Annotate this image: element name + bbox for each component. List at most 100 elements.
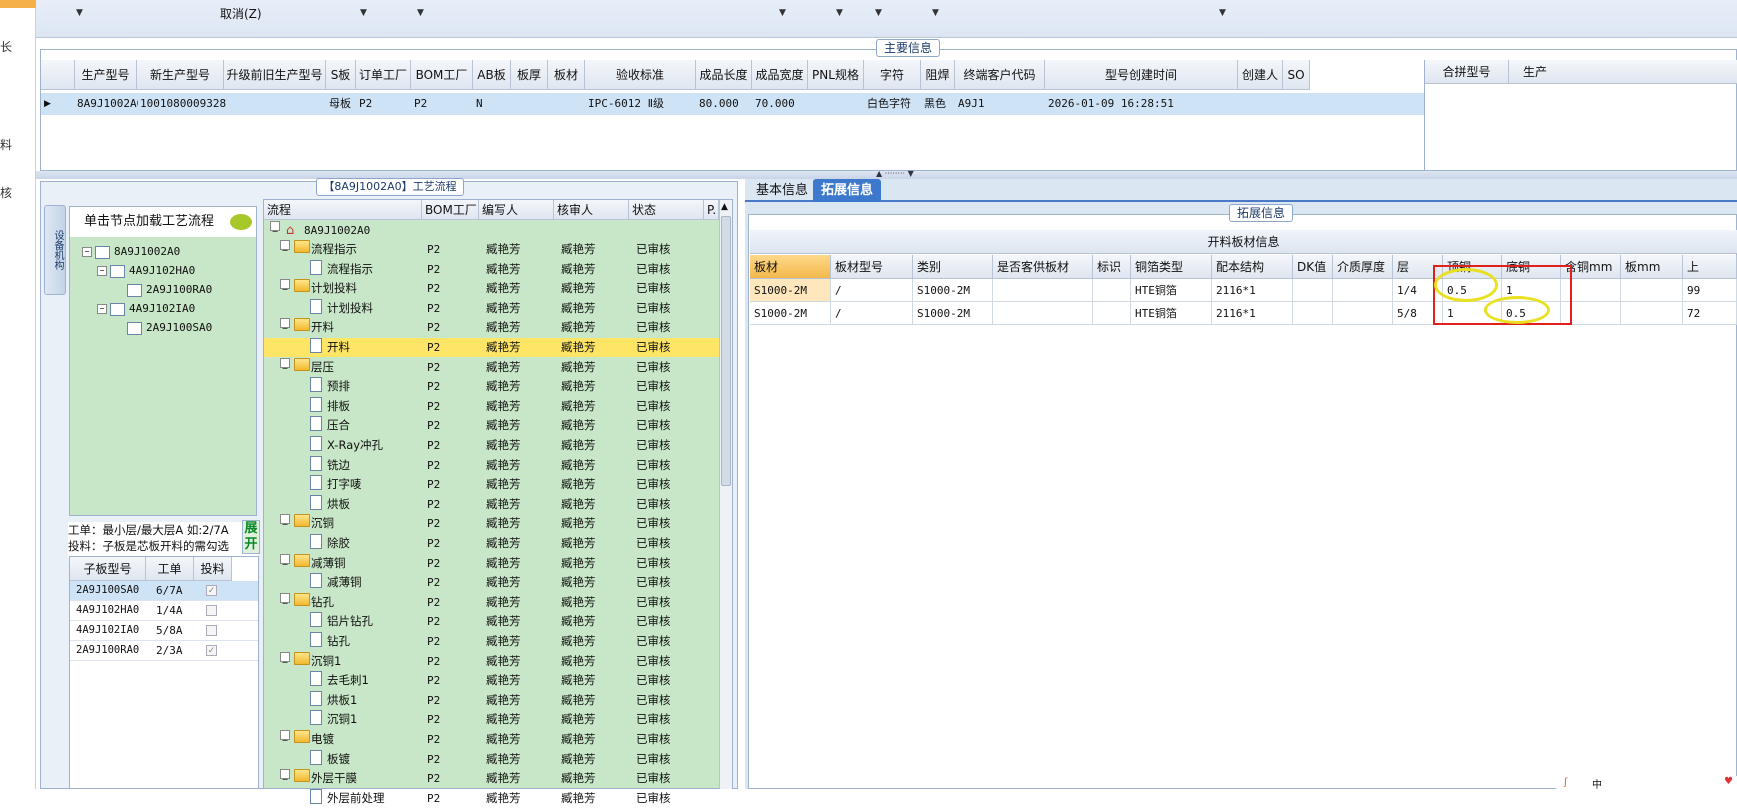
material-cell[interactable]: S1000-2M — [750, 279, 831, 302]
flow-step-name[interactable]: 钻孔 — [311, 593, 334, 612]
dropdown-caret-icon[interactable]: ▼ — [417, 8, 424, 18]
cell[interactable]: 8A9J1002A0 — [74, 93, 138, 115]
flow-step-name[interactable]: 去毛刺1 — [327, 671, 369, 690]
flow-row[interactable]: 板镀 P2 臧艳芳 臧艳芳 已审核 — [264, 749, 719, 769]
sub-board-order[interactable]: 1/4A — [156, 604, 183, 617]
tray-icon[interactable]: ♥ — [1724, 776, 1733, 787]
flow-step-name[interactable]: 除胶 — [327, 534, 350, 553]
col-header[interactable]: SO — [1283, 60, 1310, 90]
flow-step-name[interactable]: 计划投料 — [311, 279, 357, 298]
flow-step-name[interactable]: 沉铜1 — [327, 710, 357, 729]
col-header[interactable]: 订单工厂 — [356, 60, 411, 90]
material-cell[interactable] — [1093, 302, 1131, 325]
device-vertical-tab[interactable]: 设备机构 — [44, 205, 66, 295]
flow-step-name[interactable]: X-Ray冲孔 — [327, 436, 383, 455]
cell[interactable]: 80.000 — [696, 93, 752, 115]
col-header[interactable]: S板 — [326, 60, 356, 90]
flow-step-name[interactable]: 打字唛 — [327, 475, 362, 494]
sub-board-model[interactable]: 2A9J100RA0 — [76, 644, 139, 656]
flow-row[interactable]: 钻孔 P2 臧艳芳 臧艳芳 已审核 — [264, 632, 719, 651]
flow-row[interactable]: 沉铜1 P2 臧艳芳 臧艳芳 已审核 — [264, 710, 719, 729]
nav-label-1[interactable]: 长 — [0, 38, 12, 55]
dropdown-caret-icon[interactable]: ▼ — [875, 8, 882, 18]
collapse-icon[interactable]: − — [97, 266, 107, 276]
flow-step-name[interactable]: 减薄铜 — [311, 554, 346, 573]
flow-row[interactable]: − 计划投料 P2 臧艳芳 臧艳芳 已审核 — [264, 279, 719, 298]
sub-board-row[interactable]: 2A9J100SA0 6/7A ✓ — [70, 581, 258, 601]
col-header[interactable]: 合拼型号 — [1425, 60, 1509, 84]
flow-step-name[interactable]: 流程指示 — [311, 240, 357, 259]
col-header[interactable]: 板材 — [548, 60, 585, 90]
flow-step-name[interactable]: 流程指示 — [327, 260, 373, 279]
flow-row[interactable]: − 开料 P2 臧艳芳 臧艳芳 已审核 — [264, 318, 719, 337]
nav-label-2[interactable]: 料 — [0, 136, 12, 153]
material-cell[interactable] — [1293, 302, 1333, 325]
flow-row[interactable]: − 外层干膜 P2 臧艳芳 臧艳芳 已审核 — [264, 769, 719, 788]
feed-checkbox[interactable] — [206, 605, 217, 616]
flow-row[interactable]: 去毛刺1 P2 臧艳芳 臧艳芳 已审核 — [264, 671, 719, 690]
flow-step-name[interactable]: 铣边 — [327, 456, 350, 475]
flow-step-name[interactable]: 铝片钻孔 — [327, 612, 373, 631]
flow-step-name[interactable]: 外层干膜 — [311, 769, 357, 788]
col-header[interactable]: 状态 — [629, 200, 704, 220]
material-cell[interactable] — [1333, 279, 1393, 302]
flow-step-name[interactable]: 电镀 — [311, 730, 334, 749]
sub-board-order[interactable]: 5/8A — [156, 624, 183, 637]
flow-row[interactable]: 流程指示 P2 臧艳芳 臧艳芳 已审核 — [264, 259, 719, 279]
cell[interactable]: A9J1 — [955, 93, 1045, 115]
flow-row[interactable]: 烘板 P2 臧艳芳 臧艳芳 已审核 — [264, 494, 719, 514]
dropdown-caret-icon[interactable]: ▼ — [1219, 8, 1226, 18]
material-cell[interactable] — [1093, 279, 1131, 302]
grip-icon[interactable]: ▲ ········ ▼ — [876, 169, 914, 178]
flow-row[interactable]: 压合 P2 臧艳芳 臧艳芳 已审核 — [264, 416, 719, 435]
flow-step-name[interactable]: 开料 — [327, 338, 350, 357]
flow-row[interactable]: 预排 P2 臧艳芳 臧艳芳 已审核 — [264, 377, 719, 396]
flow-row[interactable]: − 电镀 P2 臧艳芳 臧艳芳 已审核 — [264, 730, 719, 749]
flow-row[interactable]: − 钻孔 P2 臧艳芳 臧艳芳 已审核 — [264, 592, 719, 612]
scroll-up-icon[interactable]: ▲ — [721, 202, 728, 212]
material-cell[interactable] — [993, 302, 1093, 325]
col-header[interactable]: BOM工厂 — [411, 60, 473, 90]
material-cell[interactable] — [1621, 279, 1683, 302]
col-header[interactable]: 类别 — [913, 255, 993, 279]
flow-step-name[interactable]: 计划投料 — [327, 299, 373, 318]
material-cell[interactable]: HTE铜箔 — [1131, 279, 1212, 302]
flow-step-name[interactable]: 排板 — [327, 397, 350, 416]
material-cell[interactable]: S1000-2M — [913, 302, 993, 325]
flow-root-row[interactable]: − ⌂ 8A9J1002A0 — [264, 221, 719, 240]
material-cell[interactable]: S1000-2M — [913, 279, 993, 302]
flow-step-name[interactable]: 沉铜 — [311, 514, 334, 533]
tree-node[interactable]: − 8A9J1002A0 — [82, 245, 180, 259]
flow-row[interactable]: 铣边 P2 臧艳芳 臧艳芳 已审核 — [264, 455, 719, 475]
material-cell[interactable] — [1333, 302, 1393, 325]
col-header[interactable]: AB板 — [473, 60, 511, 90]
sub-board-order[interactable]: 2/3A — [156, 644, 183, 657]
cell[interactable]: 10010800093287 — [137, 93, 227, 115]
col-header[interactable]: 阻焊 — [921, 60, 955, 90]
col-header[interactable]: 工单 — [146, 557, 194, 581]
sub-board-order[interactable]: 6/7A — [156, 584, 183, 597]
vertical-scrollbar[interactable]: ▲ — [719, 200, 732, 789]
flow-step-name[interactable]: 层压 — [311, 358, 334, 377]
col-header[interactable]: P. — [704, 200, 719, 220]
nav-label-3[interactable]: 核 — [0, 184, 12, 201]
col-header[interactable]: 新生产型号 — [137, 60, 224, 90]
collapse-icon[interactable]: − — [82, 247, 92, 257]
flow-step-name[interactable]: 钻孔 — [327, 632, 350, 651]
col-header[interactable]: 板材型号 — [831, 255, 913, 279]
dropdown-caret-icon[interactable]: ▼ — [779, 8, 786, 18]
dropdown-caret-icon[interactable]: ▼ — [932, 8, 939, 18]
flow-step-name[interactable]: 板镀 — [327, 750, 350, 769]
col-header[interactable]: 生产 — [1509, 60, 1737, 84]
tree-node-label[interactable]: 4A9J102IA0 — [129, 302, 195, 315]
flow-row[interactable]: − 沉铜1 P2 臧艳芳 臧艳芳 已审核 — [264, 651, 719, 671]
tab-extended-info[interactable]: 拓展信息 — [813, 179, 882, 202]
flow-row[interactable]: X-Ray冲孔 P2 臧艳芳 臧艳芳 已审核 — [264, 436, 719, 455]
sub-board-model[interactable]: 2A9J100SA0 — [76, 584, 139, 596]
feed-checkbox[interactable]: ✓ — [206, 585, 217, 596]
col-header[interactable]: 板mm — [1621, 255, 1683, 279]
flow-row[interactable]: 打字唛 P2 臧艳芳 臧艳芳 已审核 — [264, 475, 719, 494]
material-cell[interactable] — [1293, 279, 1333, 302]
flow-step-name[interactable]: 外层前处理 — [327, 789, 385, 808]
tree-node[interactable]: − 4A9J102HA0 — [97, 264, 195, 278]
